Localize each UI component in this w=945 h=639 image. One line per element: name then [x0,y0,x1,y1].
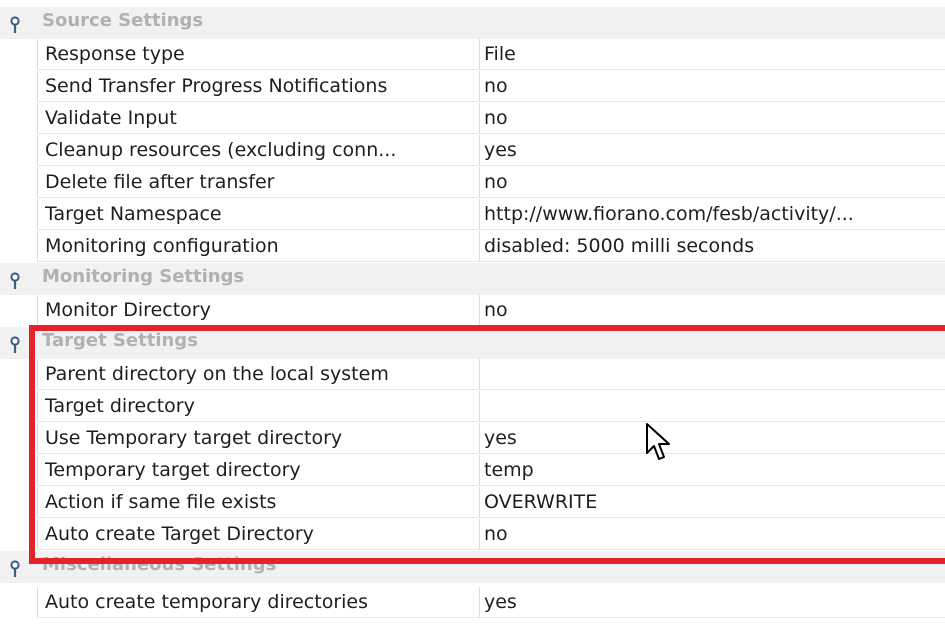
section-header-monitoring-settings[interactable]: Monitoring Settings [0,263,945,295]
property-name: Auto create Target Directory [37,519,480,550]
section-header-miscellaneous-settings[interactable]: Miscellaneous Settings [0,551,945,583]
property-value[interactable] [480,391,945,422]
pin-icon[interactable] [8,560,22,578]
property-name: Monitor Directory [37,295,480,326]
property-name: Target Namespace [37,199,480,230]
property-value[interactable]: no [480,167,945,198]
property-name: Validate Input [37,103,480,134]
property-name: Parent directory on the local system [37,359,480,390]
property-name: Delete file after transfer [37,167,480,198]
property-value[interactable]: yes [480,587,945,618]
property-value[interactable]: File [480,39,945,70]
property-row[interactable]: Auto create temporary directories yes [0,587,945,619]
section-title: Monitoring Settings [42,266,245,287]
property-row[interactable]: Monitoring configuration disabled: 5000 … [0,231,945,263]
property-value[interactable]: no [480,295,945,326]
pin-icon[interactable] [8,272,22,290]
property-name: Send Transfer Progress Notifications [37,71,480,102]
property-row[interactable]: Send Transfer Progress Notifications no [0,71,945,103]
property-name: Temporary target directory [37,455,480,486]
property-row[interactable]: Response type File [0,39,945,71]
property-sheet: Source Settings Response type File Send … [0,0,945,639]
property-row[interactable]: Target directory [0,391,945,423]
property-name: Cleanup resources (excluding conn... [37,135,480,166]
section-title: Target Settings [42,330,198,351]
property-value[interactable]: disabled: 5000 milli seconds [480,231,945,262]
property-name: Monitoring configuration [37,231,480,262]
property-name: Response type [37,39,480,70]
property-row[interactable]: Monitor Directory no [0,295,945,327]
pin-icon[interactable] [8,336,22,354]
property-row[interactable]: Target Namespace http://www.fiorano.com/… [0,199,945,231]
section-header-source-settings[interactable]: Source Settings [0,7,945,39]
property-value[interactable]: no [480,103,945,134]
property-name: Auto create temporary directories [37,587,480,618]
mouse-pointer-icon [646,423,670,460]
property-row[interactable]: Auto create Target Directory no [0,519,945,551]
property-row[interactable]: Validate Input no [0,103,945,135]
property-name: Action if same file exists [37,487,480,518]
property-name: Use Temporary target directory [37,423,480,454]
property-value[interactable]: yes [480,423,945,454]
property-value[interactable]: http://www.fiorano.com/fesb/activity/... [480,199,945,230]
property-name: Target directory [37,391,480,422]
property-row[interactable]: Delete file after transfer no [0,167,945,199]
section-title: Miscellaneous Settings [42,554,277,575]
section-header-target-settings[interactable]: Target Settings [0,327,945,359]
property-value[interactable] [480,359,945,390]
section-title: Source Settings [42,10,204,31]
property-value[interactable]: no [480,519,945,550]
property-row[interactable]: Parent directory on the local system [0,359,945,391]
property-row[interactable]: Temporary target directory temp [0,455,945,487]
property-value[interactable]: OVERWRITE [480,487,945,518]
property-row[interactable]: Use Temporary target directory yes [0,423,945,455]
property-row[interactable]: Action if same file exists OVERWRITE [0,487,945,519]
property-row[interactable]: Cleanup resources (excluding conn... yes [0,135,945,167]
pin-icon[interactable] [8,16,22,34]
property-value[interactable]: temp [480,455,945,486]
property-value[interactable]: yes [480,135,945,166]
property-value[interactable]: no [480,71,945,102]
